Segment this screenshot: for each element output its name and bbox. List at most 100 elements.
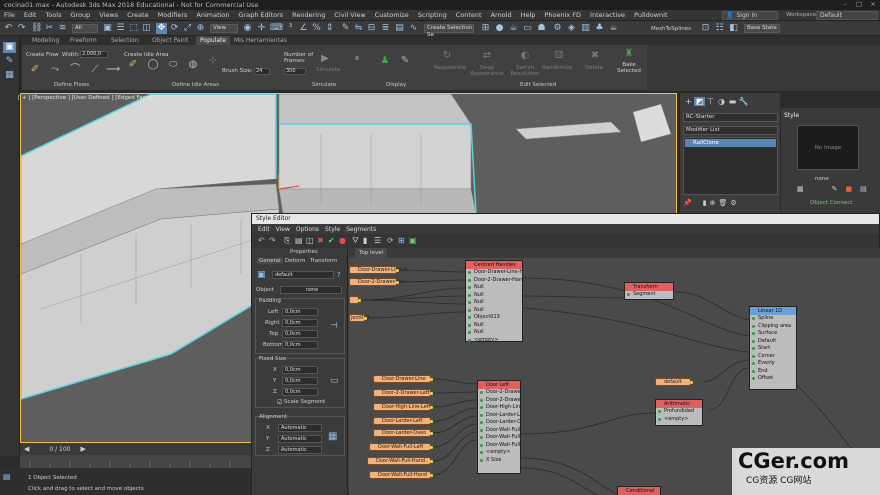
placement-icon[interactable]: ⊕ bbox=[195, 23, 206, 34]
flow-edit-icon[interactable]: ⟿ bbox=[106, 64, 120, 76]
node-input[interactable]: Door-2-Drawer-Li bbox=[478, 397, 520, 405]
menu-rendering[interactable]: Rendering bbox=[292, 11, 325, 19]
editor-menu-options[interactable]: Options bbox=[296, 226, 319, 233]
node-input[interactable]: Door-2-Drawer-Le bbox=[478, 389, 520, 397]
node-input[interactable]: Door-2-Drawer-Handl bbox=[466, 277, 522, 285]
align-x-dropdown[interactable]: Automatic bbox=[278, 424, 322, 432]
pill-door-wall-full-hand-2[interactable]: Door-Wall-Full-Hand bbox=[369, 471, 433, 479]
workspace-dropdown[interactable]: Default bbox=[816, 11, 878, 20]
menu-create[interactable]: Create bbox=[127, 11, 149, 19]
node-input[interactable]: Start bbox=[750, 345, 796, 353]
state-sets-icon[interactable]: ◧ bbox=[728, 23, 739, 34]
motion-tab-icon[interactable]: ◑ bbox=[716, 97, 727, 106]
switch-resolution-button[interactable]: Switch Resolution bbox=[508, 65, 542, 77]
swap-icon[interactable]: ⇄ bbox=[480, 50, 494, 62]
rect-region-icon[interactable]: ⬚ bbox=[128, 23, 139, 34]
tab-mis-herramientas[interactable]: Mis Herramientas bbox=[234, 37, 287, 44]
minimize-button[interactable]: – bbox=[838, 0, 852, 10]
select-tool-icon[interactable]: ▣ bbox=[3, 42, 16, 53]
node-input[interactable]: Null bbox=[466, 329, 522, 337]
simulate-icon[interactable]: ▶ bbox=[318, 53, 332, 65]
alignment-grid-icon[interactable]: ▦ bbox=[328, 431, 337, 442]
style-rollout-title[interactable]: Style bbox=[784, 112, 799, 119]
regenerate-button[interactable]: Regenerate bbox=[434, 65, 466, 71]
segment-name-input[interactable]: default bbox=[272, 271, 334, 279]
editor-paste-instance-icon[interactable]: ◫ bbox=[306, 236, 314, 245]
regenerate-icon[interactable]: ↻ bbox=[440, 50, 454, 62]
node-input[interactable]: Segment bbox=[625, 291, 673, 299]
script-icon[interactable]: ⚙ bbox=[552, 23, 563, 34]
node-input[interactable]: Door-Wall-Full-L bbox=[478, 427, 520, 435]
node-input[interactable]: Offset bbox=[750, 375, 796, 383]
node-transform[interactable]: Transform Segment bbox=[624, 282, 674, 300]
editor-paste-icon[interactable]: ▤ bbox=[295, 236, 303, 245]
node-input[interactable]: <empty> bbox=[656, 416, 702, 424]
swap-appearance-button[interactable]: Swap Appearance bbox=[470, 65, 504, 77]
create-tab-icon[interactable]: + bbox=[683, 97, 694, 106]
editor-filter-icon[interactable]: ⛛ bbox=[352, 236, 359, 246]
menu-help[interactable]: Help bbox=[521, 11, 536, 19]
menu-graph-editors[interactable]: Graph Editors bbox=[239, 11, 284, 19]
hierarchy-tab-icon[interactable]: ⊤ bbox=[705, 97, 716, 106]
pill-door-larder-oven[interactable]: Door-Larder-Oven bbox=[373, 429, 433, 437]
pill-door-high-line-left[interactable]: Door-High-Line-Left bbox=[373, 403, 433, 411]
delete-button[interactable]: Delete bbox=[585, 65, 603, 71]
timeline-prev-icon[interactable]: ◀ bbox=[24, 445, 29, 453]
keyboard-shortcut-icon[interactable]: ⌨ bbox=[270, 23, 283, 34]
editor-list-icon[interactable]: ☰ bbox=[374, 236, 381, 245]
menu-arnold[interactable]: Arnold bbox=[491, 11, 512, 19]
layer-explorer-icon[interactable]: ≣ bbox=[380, 23, 391, 34]
configure-sets-icon[interactable]: ⚙ bbox=[730, 199, 736, 207]
menu-scripting[interactable]: Scripting bbox=[418, 11, 447, 19]
show-end-icon[interactable]: ▮ bbox=[703, 199, 707, 207]
node-input[interactable]: Null bbox=[466, 299, 522, 307]
node-input[interactable]: X Size bbox=[478, 457, 520, 465]
scale-icon[interactable]: ⤢ bbox=[182, 23, 193, 34]
width-input[interactable]: 2,000,0 bbox=[80, 51, 108, 58]
props-tab-deform[interactable]: Deform bbox=[285, 258, 305, 264]
percent-snap-icon[interactable]: % bbox=[311, 23, 322, 34]
idle-area-icon[interactable]: ⬭ bbox=[166, 59, 180, 71]
teapot-icon[interactable]: ☕ bbox=[608, 23, 619, 34]
schematic-view-icon[interactable]: ⊞ bbox=[480, 23, 491, 34]
style-thumb-icon[interactable]: ▦ bbox=[797, 185, 804, 193]
scene-explorer-icon[interactable]: ☷ bbox=[714, 23, 725, 34]
snap-toggle-icon[interactable]: ³ bbox=[285, 23, 296, 34]
y-input[interactable]: 0,0cm bbox=[282, 377, 318, 385]
editor-delete-icon[interactable]: ✖ bbox=[317, 236, 324, 245]
node-linear-1d[interactable]: Linear 1D Spline Clipping area Surface D… bbox=[749, 306, 797, 390]
editor-refresh-icon[interactable]: ⟳ bbox=[387, 236, 394, 245]
window-crossing-icon[interactable]: ◫ bbox=[141, 23, 152, 34]
menu-views[interactable]: Views bbox=[99, 11, 118, 19]
pill-door-wall-full-hand[interactable]: Door-Wall-Full-Hand bbox=[367, 457, 433, 465]
pill-object013[interactable]: ject013 bbox=[349, 314, 370, 322]
select-by-name-icon[interactable]: ☰ bbox=[115, 23, 126, 34]
mesh-to-splines-label[interactable]: MeshToSplines bbox=[651, 26, 691, 32]
node-input[interactable]: Null bbox=[466, 292, 522, 300]
render-icon[interactable]: ☗ bbox=[536, 23, 547, 34]
time-slider[interactable]: ◀ 0 / 100 ▶ bbox=[20, 443, 251, 455]
delete-icon[interactable]: ✖ bbox=[588, 50, 602, 62]
tab-freeform[interactable]: Freeform bbox=[70, 37, 97, 44]
idle-brush-icon[interactable]: ✐ bbox=[126, 59, 140, 71]
idle-extra-icon[interactable]: ⊹ bbox=[206, 55, 220, 67]
menu-edit[interactable]: Edit bbox=[24, 11, 37, 19]
menu-tools[interactable]: Tools bbox=[45, 11, 61, 19]
pill-door-larder-left[interactable]: Door-Larder-Left bbox=[373, 417, 433, 425]
menu-pulldownit[interactable]: Pulldownit bbox=[634, 11, 667, 19]
timeline-next-icon[interactable]: ▶ bbox=[81, 445, 86, 453]
editor-menu-view[interactable]: View bbox=[276, 226, 290, 233]
pill-door-2-drawer-left[interactable]: Door-2-Drawer-Left bbox=[373, 389, 433, 397]
viewport-label[interactable]: [ + ] [Perspective ] [User Defined ] [Ed… bbox=[18, 95, 156, 101]
flow-brush-icon[interactable]: ✐ bbox=[28, 64, 42, 76]
undo-icon[interactable]: ↶ bbox=[3, 23, 14, 34]
editor-menu-style[interactable]: Style bbox=[325, 226, 340, 233]
create-idle-label[interactable]: Create Idle Area bbox=[124, 52, 168, 58]
curve-editor-icon[interactable]: ∿ bbox=[408, 23, 419, 34]
select-manipulate-icon[interactable]: ✛ bbox=[256, 23, 267, 34]
edit-named-sel-icon[interactable]: ✎ bbox=[340, 23, 351, 34]
menu-file[interactable]: File bbox=[4, 11, 15, 19]
right-input[interactable]: 0,0cm bbox=[282, 319, 318, 327]
help-icon[interactable]: ? bbox=[337, 271, 341, 279]
modifier-list-dropdown[interactable]: Modifier List bbox=[683, 126, 778, 135]
